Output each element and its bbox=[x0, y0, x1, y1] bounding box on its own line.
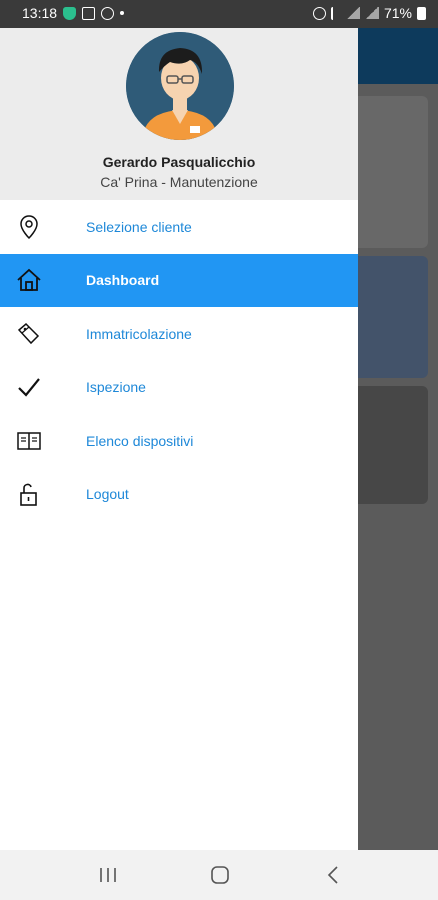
user-avatar-icon bbox=[126, 32, 234, 140]
battery-percent: 71% bbox=[383, 5, 412, 21]
menu-item-label: Logout bbox=[86, 486, 129, 503]
menu-item-ispezione[interactable]: Ispezione bbox=[0, 361, 358, 415]
image-icon bbox=[82, 6, 96, 20]
shield-icon bbox=[63, 6, 77, 20]
back-icon[interactable] bbox=[322, 863, 346, 887]
unlock-icon bbox=[15, 480, 43, 508]
menu-item-selezione-cliente[interactable]: Selezione cliente bbox=[0, 200, 358, 254]
book-icon bbox=[15, 427, 43, 455]
dot-icon bbox=[120, 11, 125, 15]
menu-item-label: Elenco dispositivi bbox=[86, 432, 194, 449]
status-left: 13:18 bbox=[22, 5, 125, 21]
menu-item-dashboard[interactable]: Dashboard bbox=[0, 253, 358, 307]
status-right: 71% bbox=[312, 5, 426, 21]
battery-icon bbox=[417, 6, 426, 20]
menu-item-logout[interactable]: Logout bbox=[0, 468, 358, 522]
menu-item-label: Immatricolazione bbox=[86, 325, 192, 342]
app-header-background bbox=[358, 28, 438, 84]
menu-item-elenco-dispositivi[interactable]: Elenco dispositivi bbox=[0, 414, 358, 468]
mute-icon bbox=[330, 6, 341, 20]
background-card bbox=[358, 256, 428, 378]
status-time: 13:18 bbox=[22, 5, 58, 21]
4g-signal-icon bbox=[345, 7, 360, 19]
location-pin-icon bbox=[15, 213, 43, 241]
background-card bbox=[358, 386, 428, 504]
status-bar: 13:18 71% bbox=[0, 0, 438, 28]
alarm-icon bbox=[312, 6, 326, 20]
menu-item-immatricolazione[interactable]: Immatricolazione bbox=[0, 307, 358, 361]
menu-item-label: Selezione cliente bbox=[86, 218, 192, 235]
drawer-header: Gerardo Pasqualicchio Ca' Prina - Manute… bbox=[0, 28, 358, 200]
menu-item-label: Ispezione bbox=[86, 379, 146, 396]
menu-item-label: Dashboard bbox=[86, 272, 160, 289]
user-organization: Ca' Prina - Manutenzione bbox=[100, 174, 258, 190]
background-card bbox=[358, 96, 428, 248]
whatsapp-icon bbox=[101, 6, 115, 20]
home-icon bbox=[15, 266, 43, 294]
system-navigation-bar bbox=[0, 850, 438, 900]
user-name: Gerardo Pasqualicchio bbox=[102, 154, 256, 170]
signal-icon bbox=[364, 7, 379, 19]
navigation-drawer: Gerardo Pasqualicchio Ca' Prina - Manute… bbox=[0, 28, 358, 850]
tags-icon bbox=[15, 320, 43, 348]
avatar bbox=[126, 32, 234, 140]
home-button-icon[interactable] bbox=[208, 863, 232, 887]
checkmark-icon bbox=[15, 373, 43, 401]
recent-apps-icon[interactable] bbox=[96, 863, 120, 887]
drawer-menu: Selezione cliente Dashboard Immatricolaz… bbox=[0, 200, 358, 521]
